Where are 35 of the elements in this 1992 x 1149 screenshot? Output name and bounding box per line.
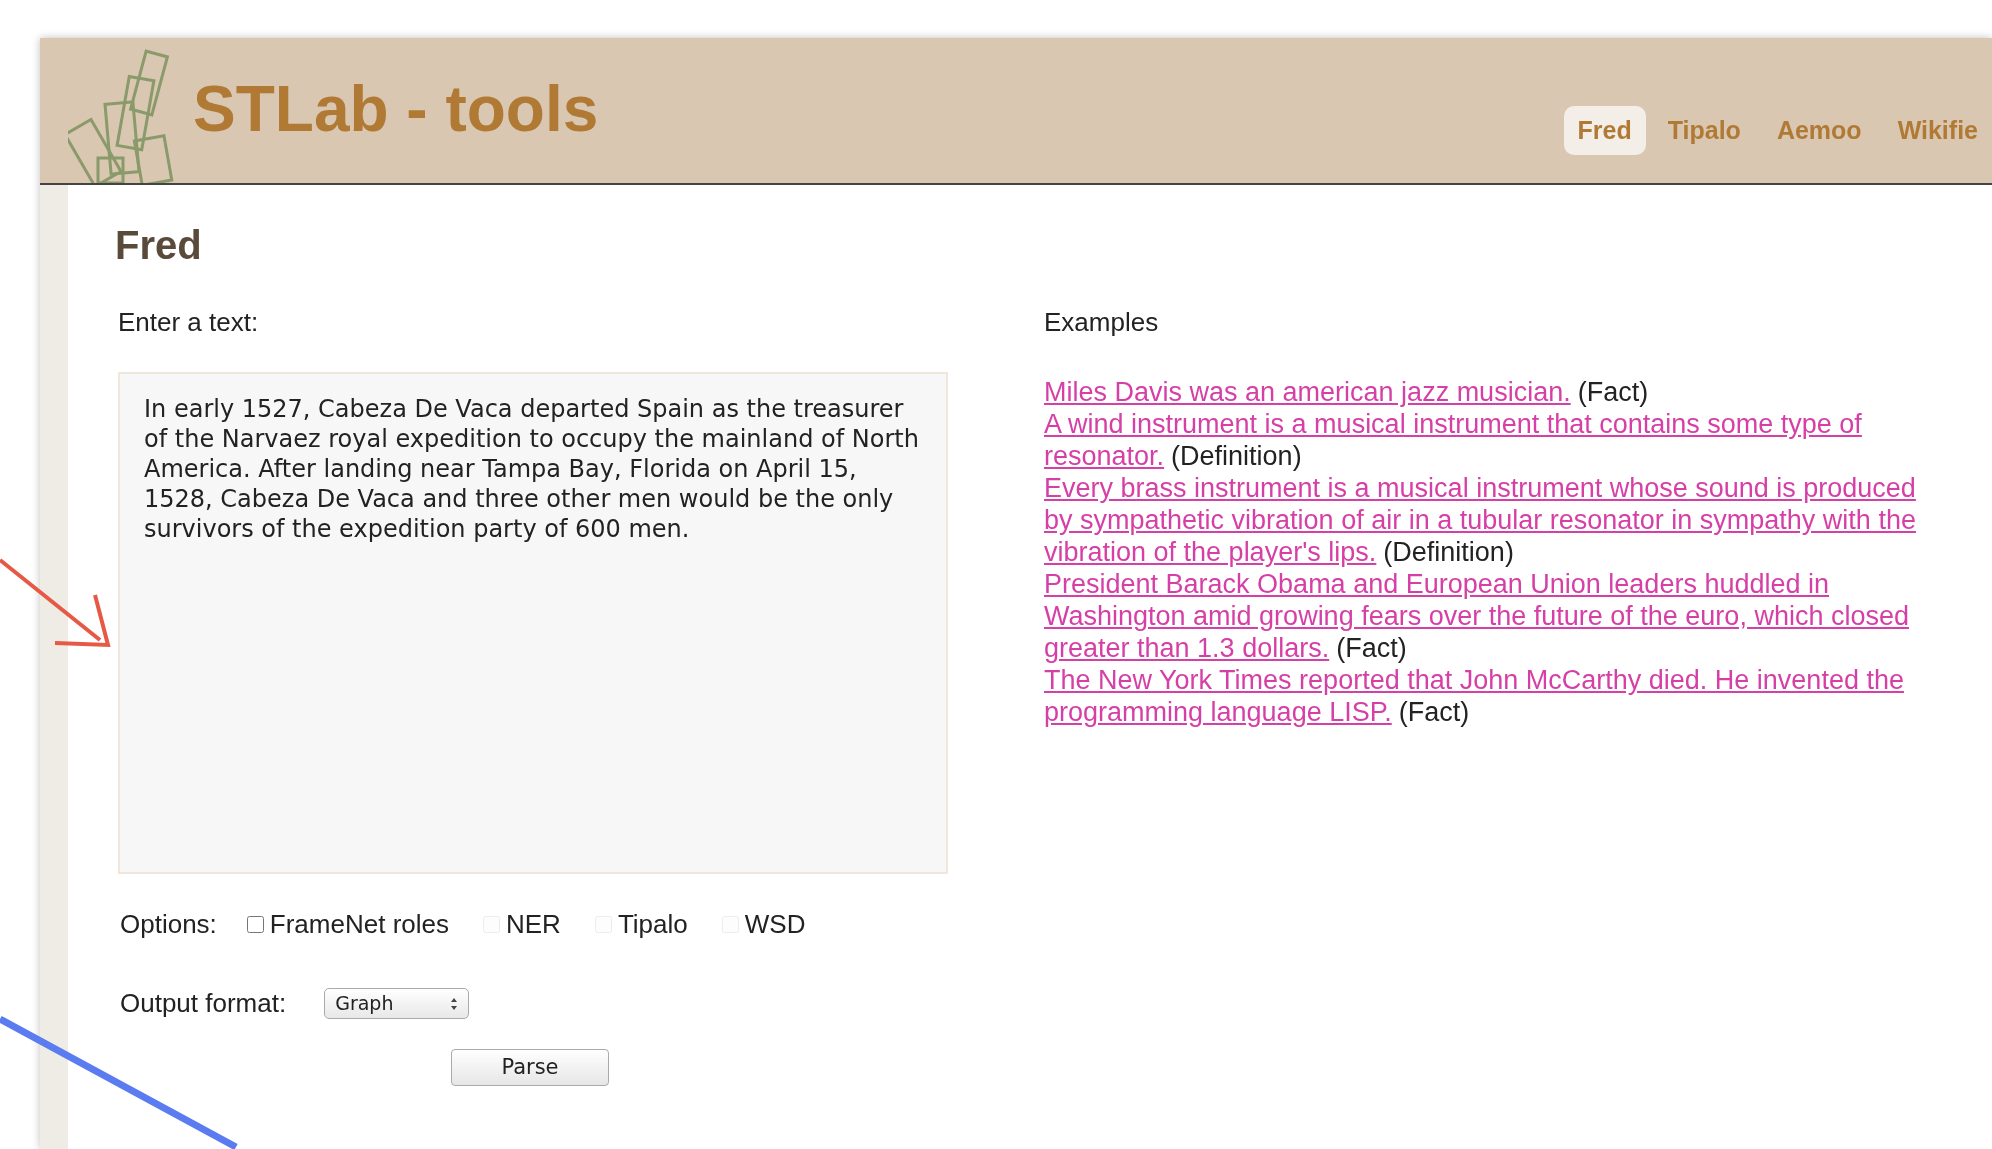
input-label: Enter a text: [118, 306, 260, 339]
options-label: Options: [120, 908, 217, 941]
option-label: FrameNet roles [269, 908, 449, 941]
example-link[interactable]: President Barack Obama and European Union leaders huddled in [1044, 568, 1829, 600]
example-type: (Fact) [1577, 376, 1649, 408]
example-link[interactable]: by sympathetic vibration of air in a tubular resonator in sympathy with the [1044, 504, 1916, 536]
option-label: NER [506, 908, 561, 941]
example-link[interactable]: greater than 1.3 dollars. [1044, 632, 1330, 664]
example-type: (Definition) [1383, 536, 1514, 568]
example-link[interactable]: programming language LISP. [1044, 696, 1392, 728]
example-link[interactable]: vibration of the player's lips. [1044, 536, 1377, 568]
example-link[interactable]: Miles Davis was an american jazz musician. [1044, 376, 1571, 408]
example-type: (Fact) [1336, 632, 1407, 664]
examples-title: Examples [1044, 306, 1160, 339]
output-format-select[interactable]: Graph [324, 988, 470, 1019]
nav-tab[interactable]: Wikifie [1883, 105, 1992, 155]
example-link[interactable]: Washington amid growing fears over the future of the euro, which closed [1044, 600, 1909, 632]
option-label: Tipalo [617, 908, 688, 941]
updown-caret-icon [450, 996, 459, 1011]
parse-button[interactable]: Parse [451, 1049, 609, 1086]
text-input[interactable]: In early 1527, Cabeza De Vaca departed Spain as the treasurer of the Narvaez royal expedition to occupy the mainland of North America. After landing near Tampa Bay, Florida on April 15, 1528, Cabeza De Vaca and three other men would be the only survivors of the expedition party of 600 men. [118, 372, 948, 874]
output-format-label: Output format: [120, 987, 287, 1020]
option-checkbox[interactable] [246, 916, 264, 933]
nav-tab[interactable]: Fred [1563, 105, 1646, 155]
example-type: (Fact) [1398, 696, 1470, 728]
example-link[interactable]: resonator. [1044, 440, 1165, 472]
page-heading: Fred [115, 222, 203, 269]
example-link[interactable]: The New York Times reported that John McCarthy died. He invented the [1044, 664, 1904, 696]
site-title: STLab - tools [193, 72, 599, 147]
option-label: WSD [744, 908, 806, 941]
nav-tab[interactable]: Aemoo [1762, 105, 1876, 155]
example-link[interactable]: Every brass instrument is a musical instrument whose sound is produced [1044, 472, 1916, 504]
example-type: (Definition) [1171, 440, 1302, 472]
nav-tab[interactable]: Tipalo [1653, 105, 1755, 155]
example-link[interactable]: A wind instrument is a musical instrument that contains some type of [1044, 408, 1862, 440]
